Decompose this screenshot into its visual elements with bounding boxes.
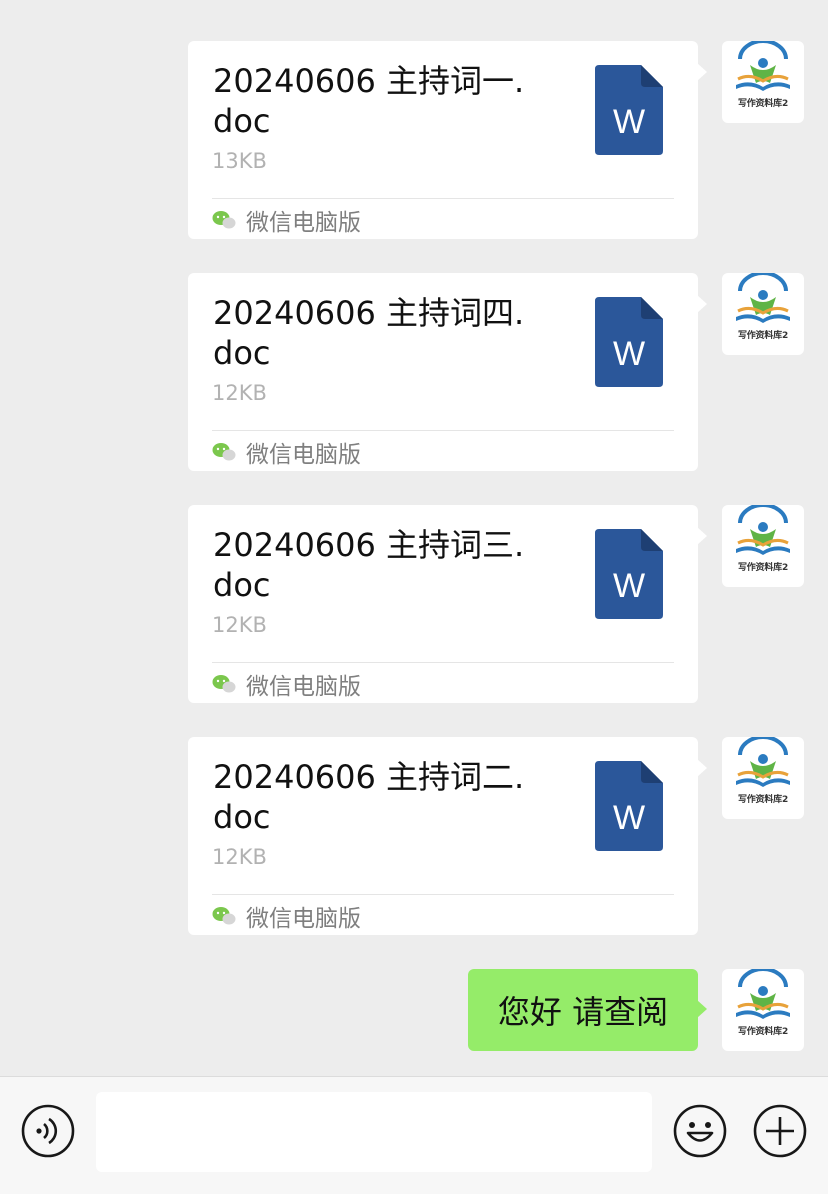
source-label: 微信电脑版 xyxy=(246,674,361,700)
file-name: 20240606 主持词二.doc xyxy=(213,758,525,836)
emoji-icon[interactable] xyxy=(673,1104,727,1158)
source-info: 微信电脑版 xyxy=(212,901,361,932)
avatar-caption: 写作资料库2 xyxy=(737,99,789,109)
card-divider xyxy=(212,430,674,431)
svg-text:W: W xyxy=(613,567,645,605)
source-info: 微信电脑版 xyxy=(212,669,361,700)
source-label: 微信电脑版 xyxy=(246,906,361,932)
text-message-bubble[interactable]: 您好 请查阅 xyxy=(468,969,707,1051)
book-person-logo-icon xyxy=(736,273,790,323)
chat-message-list[interactable]: 20240606 主持词一.doc 13KB W 微信电脑版 20240606 … xyxy=(0,0,828,1076)
avatar-caption: 写作资料库2 xyxy=(737,795,789,805)
book-person-logo-icon xyxy=(736,969,790,1019)
word-doc-icon: W xyxy=(595,529,663,619)
avatar[interactable]: 写作资料库2 xyxy=(722,505,804,587)
wechat-icon xyxy=(212,443,236,461)
file-size: 13KB xyxy=(212,149,267,173)
bubble-arrow xyxy=(697,527,707,545)
avatar-caption: 写作资料库2 xyxy=(737,331,789,341)
wechat-icon xyxy=(212,675,236,693)
bubble-arrow xyxy=(697,295,707,313)
input-bar xyxy=(0,1076,828,1194)
wechat-icon xyxy=(212,211,236,229)
wechat-icon xyxy=(212,907,236,925)
file-message-card[interactable]: 20240606 主持词三.doc 12KB W 微信电脑版 xyxy=(188,505,707,703)
source-label: 微信电脑版 xyxy=(246,210,361,236)
word-doc-icon: W xyxy=(595,65,663,155)
file-size: 12KB xyxy=(212,381,267,405)
card-divider xyxy=(212,662,674,663)
source-info: 微信电脑版 xyxy=(212,437,361,468)
file-size: 12KB xyxy=(212,845,267,869)
book-person-logo-icon xyxy=(736,41,790,91)
file-size: 12KB xyxy=(212,613,267,637)
file-name: 20240606 主持词一.doc xyxy=(213,62,525,140)
source-info: 微信电脑版 xyxy=(212,205,361,236)
avatar[interactable]: 写作资料库2 xyxy=(722,273,804,355)
file-name: 20240606 主持词三.doc xyxy=(213,526,525,604)
card-divider xyxy=(212,894,674,895)
avatar-caption: 写作资料库2 xyxy=(737,563,789,573)
word-doc-icon: W xyxy=(595,297,663,387)
bubble-arrow xyxy=(697,63,707,81)
message-input[interactable] xyxy=(96,1092,652,1172)
word-doc-icon: W xyxy=(595,761,663,851)
file-message-card[interactable]: 20240606 主持词一.doc 13KB W 微信电脑版 xyxy=(188,41,707,239)
bubble-arrow xyxy=(697,759,707,777)
file-message-card[interactable]: 20240606 主持词四.doc 12KB W 微信电脑版 xyxy=(188,273,707,471)
plus-icon[interactable] xyxy=(753,1104,807,1158)
card-divider xyxy=(212,198,674,199)
avatar[interactable]: 写作资料库2 xyxy=(722,41,804,123)
book-person-logo-icon xyxy=(736,505,790,555)
bubble-arrow xyxy=(697,1000,707,1018)
book-person-logo-icon xyxy=(736,737,790,787)
file-message-card[interactable]: 20240606 主持词二.doc 12KB W 微信电脑版 xyxy=(188,737,707,935)
avatar[interactable]: 写作资料库2 xyxy=(722,969,804,1051)
svg-text:W: W xyxy=(613,335,645,373)
avatar-caption: 写作资料库2 xyxy=(737,1027,789,1037)
voice-icon[interactable] xyxy=(21,1104,75,1158)
avatar[interactable]: 写作资料库2 xyxy=(722,737,804,819)
file-name: 20240606 主持词四.doc xyxy=(213,294,525,372)
svg-text:W: W xyxy=(613,103,645,141)
source-label: 微信电脑版 xyxy=(246,442,361,468)
svg-text:W: W xyxy=(613,799,645,837)
message-text: 您好 请查阅 xyxy=(497,993,669,1031)
